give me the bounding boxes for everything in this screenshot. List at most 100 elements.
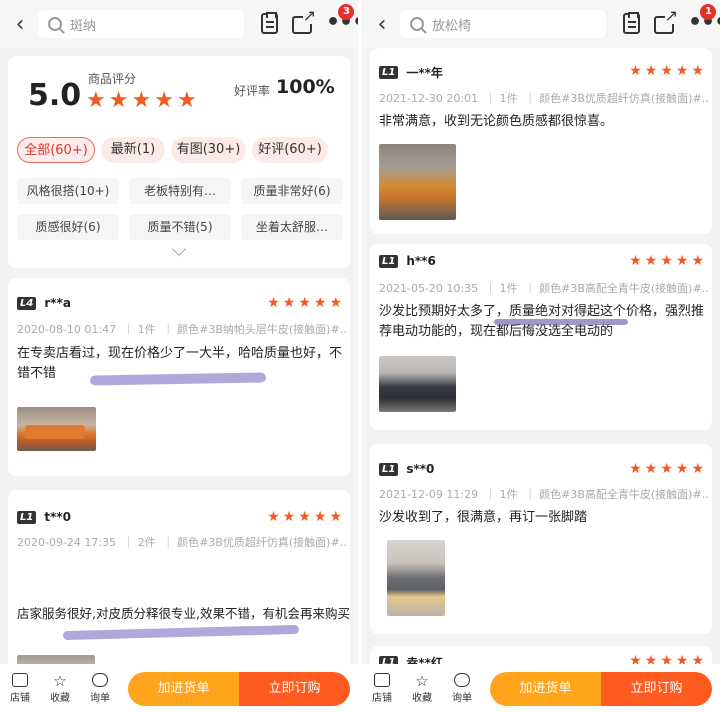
buy-now-button[interactable]: 立即订购 — [601, 672, 712, 706]
positive-rate-value: 100% — [276, 76, 335, 98]
clipboard-icon[interactable] — [261, 11, 278, 34]
notification-badge: 1 — [700, 4, 716, 20]
share-icon[interactable] — [654, 7, 678, 34]
tag-chip[interactable]: 质量不错(5) — [129, 214, 231, 240]
review-stars: ★ ★ ★ ★ ★ — [267, 510, 342, 524]
star-icon: ★ — [675, 63, 689, 79]
reviewer-name: s**0 — [406, 462, 435, 476]
review-card: L4 r**a ★ ★ ★ ★ ★ 2020-08-10 01:47 ｜ 1件 ｜ 颜色… — [8, 278, 350, 476]
review-meta: 2021-05-20 10:35 ｜ 1件 ｜ 颜色#3B高配全青牛皮(接触面)… — [379, 280, 709, 296]
review-qty: 1件 — [499, 92, 518, 105]
search-box[interactable]: 斑纳 — [38, 10, 244, 38]
review-qty: 1件 — [499, 488, 518, 501]
star-icon: ★ — [629, 63, 642, 79]
star-icon: ★ — [282, 509, 296, 525]
star-icon: ★ — [267, 509, 280, 525]
star-icon: ★ — [629, 461, 642, 477]
shop-label: 店铺 — [372, 692, 392, 704]
star-icon: ★ — [313, 295, 327, 311]
star-icon: ★ — [644, 253, 658, 269]
tag-chip[interactable]: 坐着太舒服… — [241, 214, 343, 240]
review-stars: ★ ★ ★ ★ ★ — [267, 296, 342, 310]
tag-chip[interactable]: 风格很搭(10+) — [17, 178, 119, 204]
user-level-badge: L1 — [379, 254, 399, 268]
star-icon: ★ — [131, 88, 152, 113]
share-icon[interactable] — [292, 7, 316, 34]
star-icon: ★ — [675, 461, 689, 477]
star-icon: ★ — [691, 63, 704, 79]
expand-chevron-icon[interactable] — [171, 241, 187, 257]
review-photo[interactable] — [17, 407, 96, 451]
rating-score: 5.0 — [28, 78, 82, 113]
search-box[interactable]: 放松椅 — [400, 10, 606, 38]
favorite-tab[interactable]: ☆ 收藏 — [402, 673, 442, 704]
inquiry-tab[interactable]: 询单 — [80, 672, 120, 704]
user-level-badge: L1 — [379, 66, 399, 79]
add-to-cart-button[interactable]: 加进货单 — [490, 672, 601, 706]
review-card: L1 t**0 ★ ★ ★ ★ ★ 2020-09-24 17:35 ｜ 2件 ｜ 颜色… — [8, 490, 350, 695]
search-icon — [410, 17, 424, 31]
star-icon: ★ — [267, 295, 280, 311]
review-meta: 2020-09-24 17:35 ｜ 2件 ｜ 颜色#3B优质超纤仿真(接触面)… — [17, 534, 347, 550]
filter-latest[interactable]: 最新(1) — [101, 137, 165, 163]
more-icon[interactable]: •••3 — [326, 4, 358, 34]
review-stars: ★ ★ ★ ★ ★ — [629, 254, 704, 268]
tag-chip[interactable]: 老板特别有… — [129, 178, 231, 204]
top-bar: ‹ 斑纳 •••3 — [0, 0, 358, 48]
notification-badge: 3 — [338, 4, 354, 20]
back-icon[interactable]: ‹ — [362, 12, 402, 37]
star-icon: ★ — [86, 88, 106, 113]
more-icon[interactable]: •••1 — [688, 4, 720, 34]
review-spec: 颜色#3B优质超纤仿真(接触面)#… — [539, 92, 709, 105]
star-icon: ★ — [660, 63, 673, 79]
filter-with-images[interactable]: 有图(30+) — [171, 137, 246, 163]
star-icon: ★ — [644, 461, 658, 477]
review-photo[interactable] — [379, 356, 456, 412]
tag-chip[interactable]: 质量非常好(6) — [241, 178, 343, 204]
add-to-cart-button[interactable]: 加进货单 — [128, 672, 239, 706]
user-level-badge: L4 — [17, 296, 37, 310]
star-icon: ★ — [644, 63, 658, 79]
review-meta: 2021-12-09 11:29 ｜ 1件 ｜ 颜色#3B高配全青牛皮(接触面)… — [379, 486, 709, 502]
favorite-label: 收藏 — [412, 692, 432, 704]
inquiry-tab[interactable]: 询单 — [442, 672, 482, 704]
rating-stars: ★ ★ ★ ★ ★ — [86, 90, 197, 112]
back-icon[interactable]: ‹ — [0, 12, 40, 37]
review-meta: 2020-08-10 01:47 ｜ 1件 ｜ 颜色#3B纳帕头层牛皮(接触面)… — [17, 321, 347, 337]
favorite-tab[interactable]: ☆ 收藏 — [40, 673, 80, 704]
star-icon: ★ — [660, 253, 673, 269]
star-icon: ★ — [108, 88, 129, 113]
chat-icon — [92, 672, 108, 687]
pen-underline — [494, 319, 628, 325]
left-screen: ‹ 斑纳 •••3 5.0 商品评分 ★ ★ ★ ★ ★ 好评率 100% 全部… — [0, 0, 358, 712]
filter-positive[interactable]: 好评(60+) — [252, 137, 328, 163]
filter-all[interactable]: 全部(60+) — [17, 137, 95, 163]
review-text: 非常满意，收到无论颜色质感都很惊喜。 — [379, 114, 614, 129]
review-stars: ★ ★ ★ ★ ★ — [629, 462, 704, 476]
star-icon: ★ — [329, 509, 342, 525]
review-stars: ★ ★ ★ ★ ★ — [629, 64, 704, 78]
reviewer-name: h**6 — [406, 254, 436, 268]
star-icon: ★ — [691, 461, 704, 477]
buy-now-button[interactable]: 立即订购 — [239, 672, 350, 706]
top-bar: ‹ 放松椅 •••1 — [362, 0, 720, 48]
review-photo[interactable] — [387, 540, 445, 616]
tag-chip[interactable]: 质感很好(6) — [17, 214, 119, 240]
clipboard-icon[interactable] — [623, 11, 640, 34]
bottom-action-bar: 店铺 ☆ 收藏 询单 加进货单 立即订购 — [0, 664, 358, 712]
user-level-badge: L1 — [17, 510, 37, 524]
shop-icon — [374, 672, 390, 687]
star-icon: ★ — [313, 509, 327, 525]
shop-tab[interactable]: 店铺 — [362, 672, 402, 704]
review-date: 2020-08-10 01:47 — [17, 323, 117, 336]
chat-icon — [454, 672, 470, 687]
review-card: L1 h**6 ★ ★ ★ ★ ★ 2021-05-20 10:35 ｜ 1件 ｜ 颜色… — [370, 244, 712, 430]
review-text: 店家服务很好,对皮质分释很专业,效果不错，有机会再来购买 — [17, 606, 350, 621]
review-photo[interactable] — [379, 144, 456, 220]
reviewer-name: t**0 — [44, 510, 71, 524]
bottom-action-bar: 店铺 ☆ 收藏 询单 加进货单 立即订购 — [362, 664, 720, 712]
review-date: 2021-05-20 10:35 — [379, 282, 479, 295]
star-icon: ★ — [298, 295, 311, 311]
shop-label: 店铺 — [10, 692, 30, 704]
shop-tab[interactable]: 店铺 — [0, 672, 40, 704]
